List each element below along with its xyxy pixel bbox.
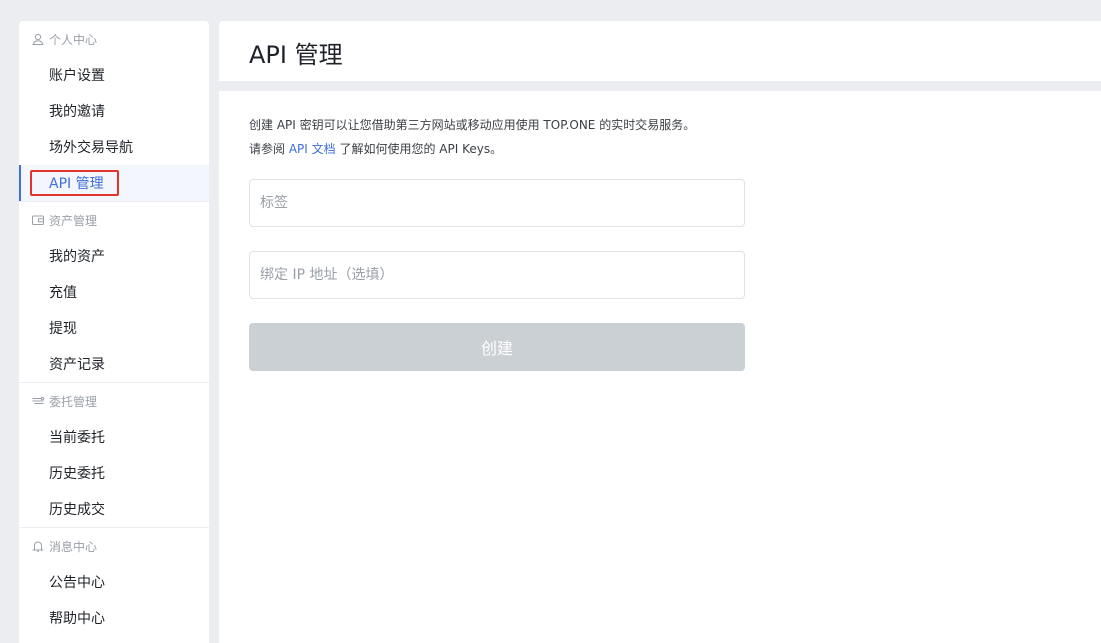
sidebar-group-title: 个人中心	[49, 32, 98, 47]
bell-icon	[31, 539, 45, 553]
description-suffix: 了解如何使用您的 API Keys。	[335, 142, 503, 156]
sidebar-group-title: 消息中心	[49, 539, 98, 554]
sidebar-item-my-invitations[interactable]: 我的邀请	[19, 93, 209, 129]
sidebar-group-title: 委托管理	[49, 394, 98, 409]
sidebar-item-label: 场外交易导航	[49, 140, 133, 156]
sidebar-item-label: 历史委托	[49, 466, 105, 482]
sidebar-item-label: 充值	[49, 285, 77, 301]
sidebar-item-label: 我的资产	[49, 249, 105, 265]
sidebar-item-help-center[interactable]: 帮助中心	[19, 600, 209, 636]
page-title: API 管理	[249, 41, 343, 69]
sidebar-group-header: 资产管理	[19, 202, 209, 238]
highlight-box	[30, 170, 119, 196]
sidebar-item-order-history[interactable]: 历史委托	[19, 455, 209, 491]
sidebar-group-orders: 委托管理 当前委托 历史委托 历史成交	[19, 383, 209, 528]
sidebar-item-withdraw[interactable]: 提现	[19, 310, 209, 346]
sidebar-item-label: 公告中心	[49, 575, 105, 591]
sidebar-item-asset-records[interactable]: 资产记录	[19, 346, 209, 382]
description-line-1: 创建 API 密钥可以让您借助第三方网站或移动应用使用 TOP.ONE 的实时交…	[249, 118, 696, 132]
description-line-2: 请参阅 API 文档 了解如何使用您的 API Keys。	[249, 140, 502, 157]
sidebar-item-api-management[interactable]: API 管理	[19, 165, 209, 201]
sidebar-item-label: 我的邀请	[49, 104, 105, 120]
api-create-panel: 创建 API 密钥可以让您借助第三方网站或移动应用使用 TOP.ONE 的实时交…	[219, 91, 1101, 643]
sidebar-group-header: 消息中心	[19, 528, 209, 564]
sidebar-item-announcements[interactable]: 公告中心	[19, 564, 209, 600]
sidebar-group-messages: 消息中心 公告中心 帮助中心	[19, 528, 209, 636]
sidebar-group-assets: 资产管理 我的资产 充值 提现 资产记录	[19, 202, 209, 383]
sidebar-item-label: 提现	[49, 321, 77, 337]
sidebar-group-account: 个人中心 账户设置 我的邀请 场外交易导航 API 管理	[19, 21, 209, 202]
create-button[interactable]: 创建	[249, 323, 745, 371]
sidebar-item-label: 帮助中心	[49, 611, 105, 627]
sidebar-item-trade-history[interactable]: 历史成交	[19, 491, 209, 527]
user-icon	[31, 32, 45, 46]
sidebar-item-label: 资产记录	[49, 357, 105, 373]
description-prefix: 请参阅	[249, 142, 289, 156]
sidebar-item-label: 账户设置	[49, 68, 105, 84]
page-header: API 管理	[219, 21, 1101, 81]
sidebar-group-header: 个人中心	[19, 21, 209, 57]
sidebar-item-deposit[interactable]: 充值	[19, 274, 209, 310]
sidebar-item-label: 当前委托	[49, 430, 105, 446]
sidebar: 个人中心 账户设置 我的邀请 场外交易导航 API 管理 资产管理 我的资产 充…	[19, 21, 209, 643]
sidebar-item-current-orders[interactable]: 当前委托	[19, 419, 209, 455]
label-input[interactable]	[249, 179, 745, 227]
sidebar-group-title: 资产管理	[49, 213, 98, 228]
sidebar-item-label: 历史成交	[49, 502, 105, 518]
sidebar-item-my-assets[interactable]: 我的资产	[19, 238, 209, 274]
sidebar-item-otc-navigation[interactable]: 场外交易导航	[19, 129, 209, 165]
wallet-icon	[31, 213, 45, 227]
sidebar-item-account-settings[interactable]: 账户设置	[19, 57, 209, 93]
api-docs-link[interactable]: API 文档	[289, 142, 336, 156]
sidebar-group-header: 委托管理	[19, 383, 209, 419]
bind-ip-input[interactable]	[249, 251, 745, 299]
orders-icon	[31, 394, 45, 408]
